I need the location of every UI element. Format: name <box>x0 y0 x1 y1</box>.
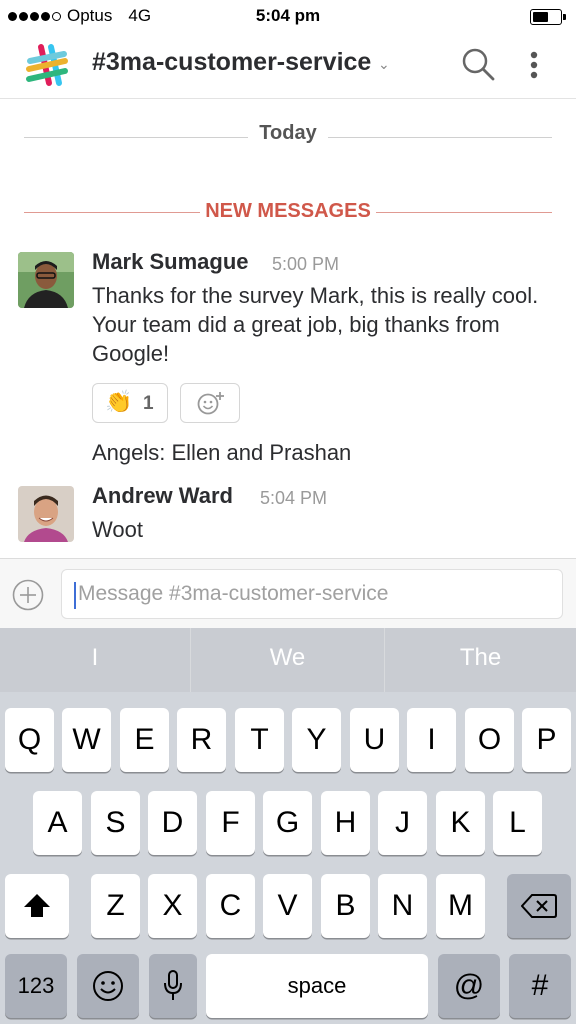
dictation-key[interactable] <box>149 954 197 1018</box>
message-input[interactable]: Message #3ma-customer-service <box>61 569 563 619</box>
prediction-1[interactable]: I <box>0 628 190 692</box>
message-text: Woot <box>92 517 143 542</box>
message-text: Thanks for the survey Mark, this is real… <box>92 283 539 366</box>
slack-logo-icon[interactable] <box>24 42 70 88</box>
message-text: Angels: Ellen and Prashan <box>92 440 352 465</box>
key-t[interactable]: T <box>235 708 284 772</box>
key-u[interactable]: U <box>350 708 399 772</box>
add-attachment-icon[interactable] <box>12 579 44 611</box>
add-emoji-icon <box>197 392 224 415</box>
battery-icon <box>530 9 566 25</box>
status-time: 5:04 pm <box>255 6 321 25</box>
message-timestamp: 5:00 PM <box>272 254 340 274</box>
more-vertical-icon[interactable] <box>520 48 548 84</box>
key-d[interactable]: D <box>148 791 197 855</box>
numbers-key[interactable]: 123 <box>5 954 67 1018</box>
key-e[interactable]: E <box>120 708 169 772</box>
avatar[interactable] <box>18 486 74 542</box>
channel-name[interactable]: #3ma-customer-service <box>92 48 371 77</box>
key-r[interactable]: R <box>177 708 226 772</box>
key-i[interactable]: I <box>407 708 456 772</box>
shift-icon <box>24 894 50 917</box>
emoji-key[interactable] <box>77 954 139 1018</box>
key-k[interactable]: K <box>436 791 485 855</box>
chevron-down-icon[interactable]: ⌄ <box>378 56 390 73</box>
microphone-icon <box>164 970 182 1000</box>
emoji-icon <box>93 971 123 1001</box>
divider-line <box>376 212 552 213</box>
channel-header: #3ma-customer-service ⌄ <box>0 34 576 99</box>
backspace-icon <box>520 894 557 918</box>
key-b[interactable]: B <box>321 874 370 938</box>
key-z[interactable]: Z <box>91 874 140 938</box>
key-o[interactable]: O <box>465 708 514 772</box>
clapping-hands-icon: 👏 <box>105 389 133 414</box>
avatar-photo <box>18 252 74 308</box>
keyboard: I We The Q W E R T Y U I O P A S D F G H… <box>0 628 576 1024</box>
divider-line <box>328 137 552 138</box>
predictive-bar: I We The <box>0 628 576 692</box>
search-icon[interactable] <box>460 46 496 82</box>
key-p[interactable]: P <box>522 708 571 772</box>
avatar[interactable] <box>18 252 74 308</box>
message-author[interactable]: Andrew Ward <box>92 483 233 509</box>
message-composer: Message #3ma-customer-service <box>0 558 576 629</box>
key-s[interactable]: S <box>91 791 140 855</box>
message-author[interactable]: Mark Sumague <box>92 249 249 275</box>
key-m[interactable]: M <box>436 874 485 938</box>
key-l[interactable]: L <box>493 791 542 855</box>
key-w[interactable]: W <box>62 708 111 772</box>
key-y[interactable]: Y <box>292 708 341 772</box>
prediction-3[interactable]: The <box>385 628 576 692</box>
hash-key[interactable]: # <box>509 954 571 1018</box>
key-j[interactable]: J <box>378 791 427 855</box>
date-divider-label: Today <box>259 122 317 144</box>
key-c[interactable]: C <box>206 874 255 938</box>
text-cursor <box>74 582 76 609</box>
backspace-key[interactable] <box>507 874 571 938</box>
key-a[interactable]: A <box>33 791 82 855</box>
reaction-clap[interactable]: 👏 1 <box>92 383 168 423</box>
message-timestamp: 5:04 PM <box>260 488 328 508</box>
key-v[interactable]: V <box>263 874 312 938</box>
space-key[interactable]: space <box>206 954 428 1018</box>
add-reaction-button[interactable] <box>180 383 240 423</box>
at-key[interactable]: @ <box>438 954 500 1018</box>
key-x[interactable]: X <box>148 874 197 938</box>
shift-key[interactable] <box>5 874 69 938</box>
key-f[interactable]: F <box>206 791 255 855</box>
key-n[interactable]: N <box>378 874 427 938</box>
key-g[interactable]: G <box>263 791 312 855</box>
reaction-count: 1 <box>143 393 154 414</box>
avatar-photo <box>18 486 74 542</box>
key-h[interactable]: H <box>321 791 370 855</box>
prediction-2[interactable]: We <box>191 628 384 692</box>
new-messages-divider: NEW MESSAGES <box>0 198 576 228</box>
status-bar: Optus 4G 5:04 pm <box>0 0 576 34</box>
date-divider: Today <box>0 118 576 150</box>
key-q[interactable]: Q <box>5 708 54 772</box>
message-input-placeholder: Message #3ma-customer-service <box>78 582 389 605</box>
